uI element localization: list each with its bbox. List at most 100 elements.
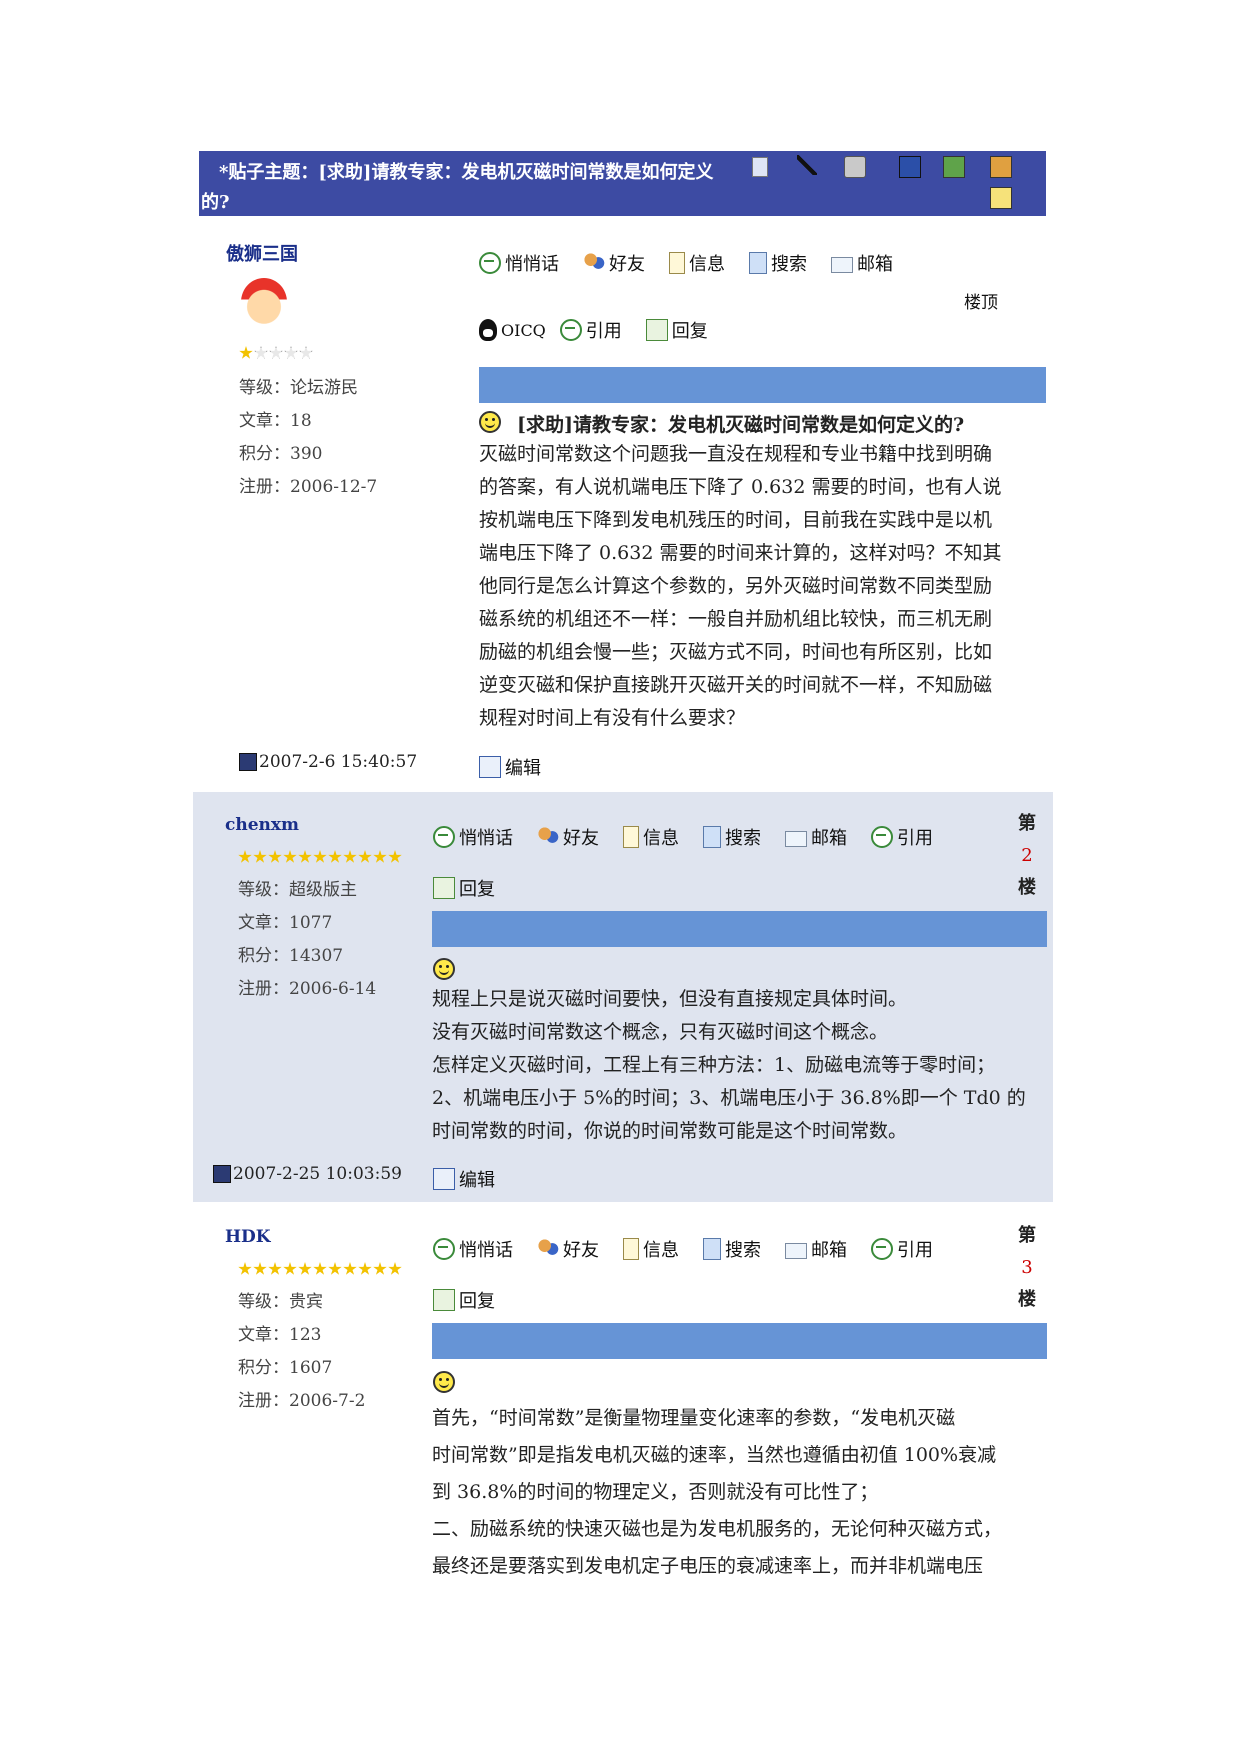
reply-icon [433,1289,455,1311]
user-info: 等级：超级版主 文章：1077 积分：14307 注册：2006-6-14 [238,874,376,1006]
info-button[interactable]: 信息 [669,250,725,276]
edit-icon [479,756,501,778]
rank-stars [239,346,313,362]
search-icon [703,826,721,848]
floor-number: 第 3 楼 [1018,1225,1036,1310]
user-level: 等级：贵宾 [238,1292,323,1312]
user-register: 注册：2006-6-14 [238,979,377,999]
post-1: 傲狮三国 等级：论坛游民 文章：18 积分：390 注册：2006-12-7 悄… [199,220,1049,790]
post-header-bar [479,367,1046,403]
user-points: 积分：390 [239,444,323,464]
smiley-icon [433,958,455,980]
star-icon [284,346,298,359]
post-actions-row1: 悄悄话 好友 信息 搜索 邮箱 引用 [433,1236,957,1262]
search-button[interactable]: 搜索 [703,1236,761,1262]
post-actions-row2: OICQ 引用 回复 [479,317,732,343]
reply-button[interactable]: 回复 [433,1287,495,1313]
whisper-icon [433,1238,455,1260]
user-points: 积分：1607 [238,1358,333,1378]
mail-button[interactable]: 邮箱 [785,824,847,850]
whisper-button[interactable]: 悄悄话 [433,1236,513,1262]
user-level: 等级：论坛游民 [239,378,358,398]
username[interactable]: 傲狮三国 [226,240,298,266]
reply-icon [433,877,455,899]
post-3: HDK 等级：贵宾 文章：123 积分：1607 注册：2006-7-2 悄悄话… [193,1204,1053,1604]
edit-button[interactable]: 编辑 [479,754,541,780]
username[interactable]: chenxm [225,815,299,835]
star-icon [254,346,268,359]
printer-icon[interactable] [844,156,866,178]
post-body: 规程上只是说灭磁时间要快，但没有直接规定具体时间。 没有灭磁时间常数这个概念，只… [432,988,1026,1142]
star-icon [269,346,283,359]
mail-button[interactable]: 邮箱 [831,250,893,276]
friend-button[interactable]: 好友 [583,250,645,276]
search-icon [749,252,767,274]
floor-number: 第 2 楼 [1018,813,1036,898]
whisper-icon [433,826,455,848]
search-icon [703,1238,721,1260]
friend-button[interactable]: 好友 [537,1236,599,1262]
pen-icon[interactable] [797,155,817,175]
info-button[interactable]: 信息 [623,824,679,850]
post-title: [求助]请教专家：发电机灭磁时间常数是如何定义的? [517,414,965,436]
smiley-icon [433,1371,455,1393]
topic-title: *贴子主题：[求助]请教专家：发电机灭磁时间常数是如何定义 [219,162,714,183]
post-body: 灭磁时间常数这个问题我一直没在规程和专业书籍中找到明确 的答案，有人说机端电压下… [479,443,1002,729]
user-register: 注册：2006-12-7 [239,477,378,497]
quote-button[interactable]: 引用 [559,317,622,343]
avatar [241,278,287,326]
rank-stars [238,1262,402,1278]
info-button[interactable]: 信息 [623,1236,679,1262]
page-icon[interactable] [752,157,768,177]
quote-icon [871,826,893,848]
friend-icon [583,252,605,274]
book-icon[interactable] [943,156,965,178]
topic-header: *贴子主题：[求助]请教专家：发电机灭磁时间常数是如何定义 的? [199,151,1046,216]
whisper-icon [479,252,501,274]
oicq-button[interactable]: OICQ [479,319,546,341]
info-icon [623,826,639,848]
post-body: 首先，“时间常数”是衡量物理量变化速率的参数，“发电机灭磁 时间常数”即是指发电… [432,1407,1003,1577]
user-register: 注册：2006-7-2 [238,1391,366,1411]
topic-title-cont: 的? [201,192,230,213]
quote-icon [871,1238,893,1260]
reply-button[interactable]: 回复 [645,317,708,343]
edit-button[interactable]: 编辑 [433,1166,495,1192]
search-button[interactable]: 搜索 [703,824,761,850]
favorite-icon[interactable] [990,187,1012,209]
computer-icon [213,1165,231,1183]
quote-button[interactable]: 引用 [871,1236,933,1262]
post-2: chenxm 等级：超级版主 文章：1077 积分：14307 注册：2006-… [193,792,1053,1202]
save-disk-icon[interactable] [899,156,921,178]
quote-icon [559,319,582,341]
computer-icon [239,753,257,771]
user-articles: 文章：1077 [238,913,333,933]
friend-button[interactable]: 好友 [537,824,599,850]
friend-icon [537,1238,559,1260]
whisper-button[interactable]: 悄悄话 [433,824,513,850]
post-header-bar [432,1323,1047,1359]
post-actions-row1: 悄悄话 好友 信息 搜索 邮箱 引用 [433,824,957,850]
edit-icon [433,1168,455,1190]
post-actions-row1: 悄悄话 好友 信息 搜索 邮箱 [479,250,917,276]
post-timestamp: 2007-2-25 10:03:59 [213,1164,402,1184]
mail-button[interactable]: 邮箱 [785,1236,847,1262]
user-level: 等级：超级版主 [238,880,357,900]
search-button[interactable]: 搜索 [749,250,807,276]
whisper-button[interactable]: 悄悄话 [479,250,559,276]
reply-button[interactable]: 回复 [433,875,495,901]
qq-icon [479,319,497,341]
user-articles: 文章：18 [239,411,312,431]
post-timestamp: 2007-2-6 15:40:57 [239,752,417,772]
mail-icon [831,257,853,273]
quote-button[interactable]: 引用 [871,824,933,850]
username[interactable]: HDK [225,1227,271,1247]
star-icon [299,346,313,359]
bookmark-icon[interactable] [990,156,1012,178]
user-articles: 文章：123 [238,1325,322,1345]
rank-stars [238,850,402,866]
user-info: 等级：贵宾 文章：123 积分：1607 注册：2006-7-2 [238,1286,365,1418]
reply-icon [645,319,668,341]
user-info: 等级：论坛游民 文章：18 积分：390 注册：2006-12-7 [239,372,377,504]
top-link[interactable]: 楼顶 [964,288,998,313]
